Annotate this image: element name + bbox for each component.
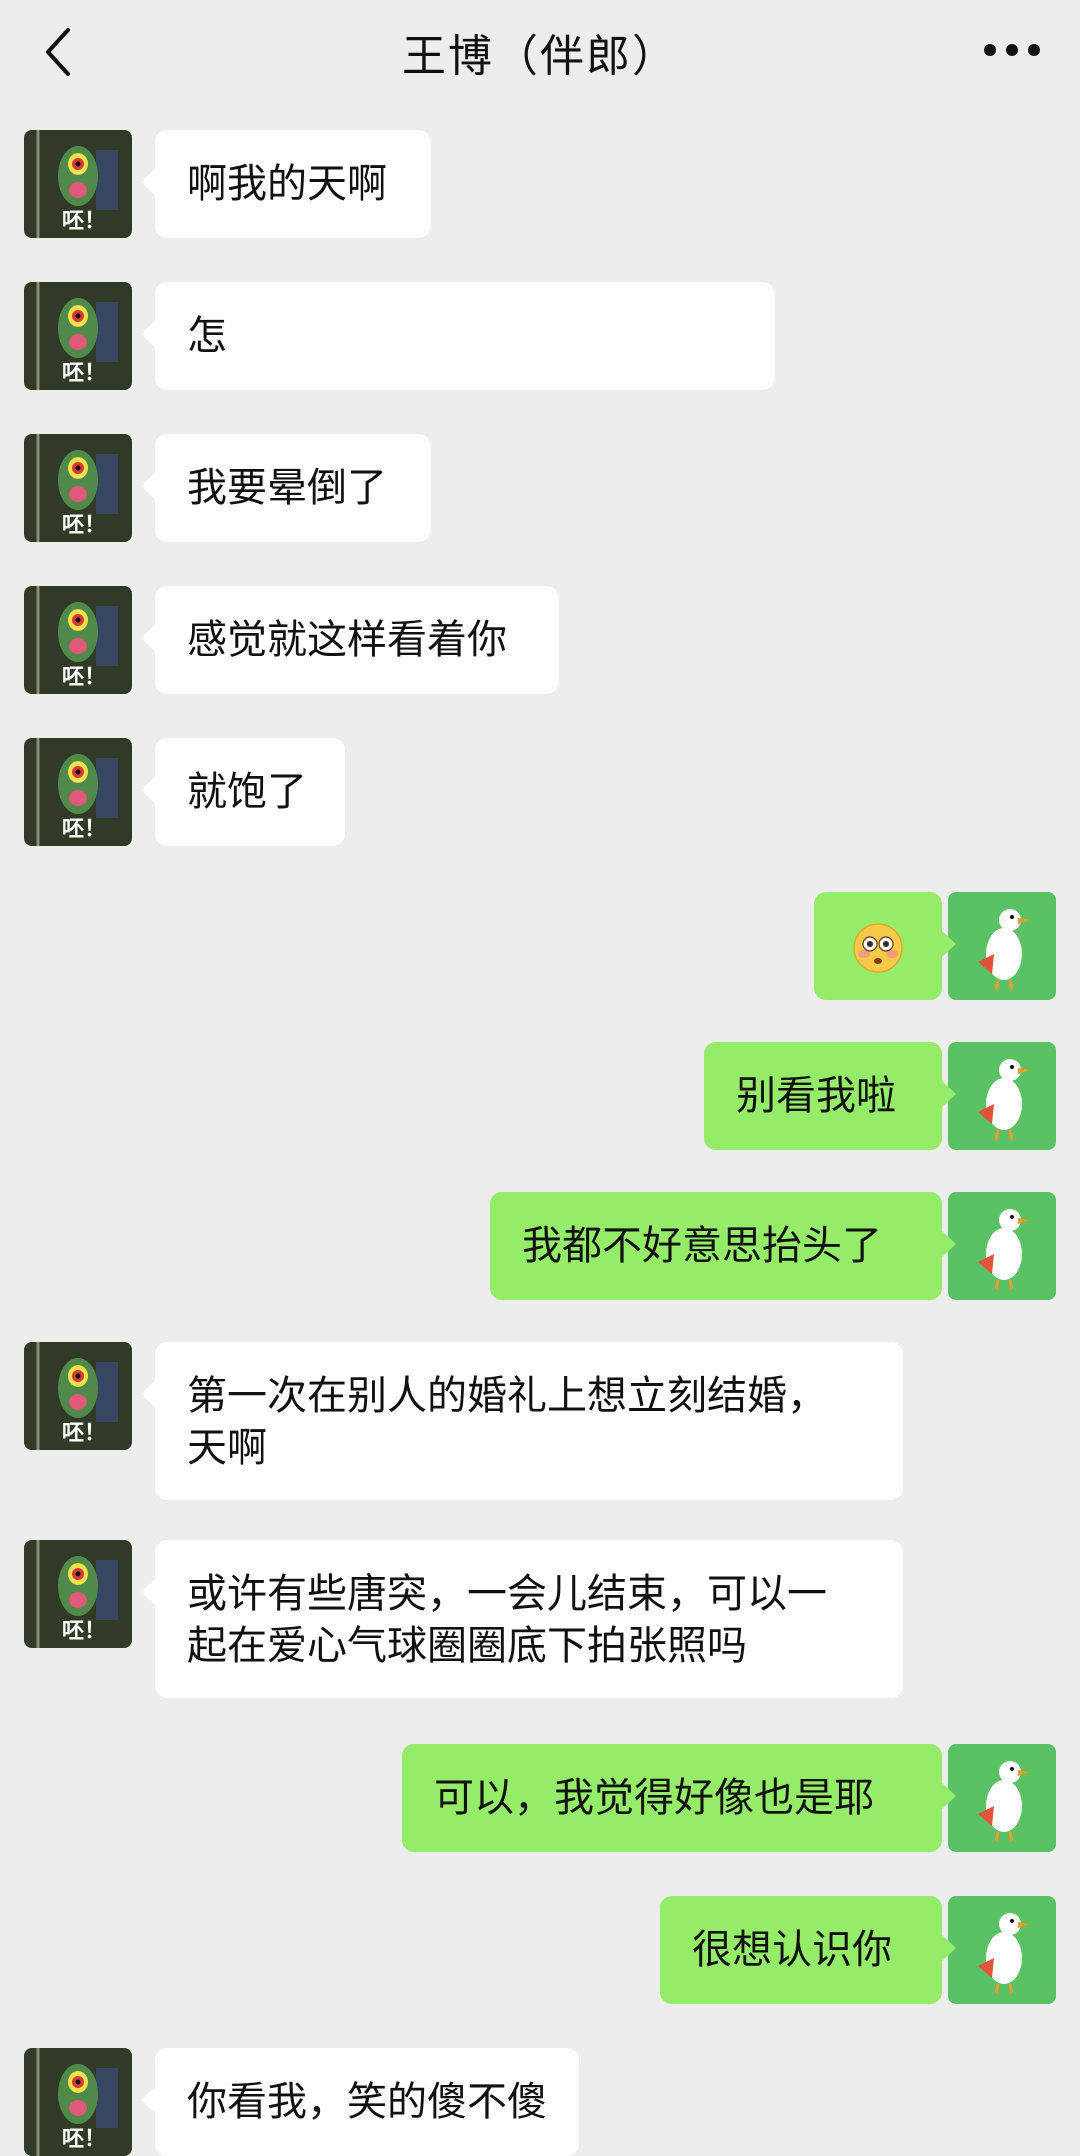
- message-bubble[interactable]: 很想认识你: [660, 1896, 956, 2004]
- duck-avatar-icon: [948, 1744, 1056, 1852]
- plankton-avatar-icon: 呸！: [24, 586, 132, 694]
- plankton-avatar-icon: 呸！: [24, 434, 132, 542]
- message-bubble[interactable]: 我要晕倒了: [141, 434, 431, 542]
- plankton-avatar-icon: 呸！: [24, 282, 132, 390]
- message-text: 啊我的天啊: [187, 161, 387, 207]
- plankton-avatar-icon: 呸！: [24, 1342, 132, 1450]
- message-text: 你看我，笑的傻不傻: [187, 2079, 547, 2125]
- message-text: 怎: [187, 313, 227, 359]
- duck-avatar-icon: [948, 1042, 1056, 1150]
- message-bubble[interactable]: [814, 892, 956, 1000]
- avatar-caption: 呸！: [62, 513, 106, 538]
- message-text: 我都不好意思抬头了: [522, 1223, 882, 1269]
- plankton-avatar-icon: 呸！: [24, 2048, 132, 2156]
- avatar-caption: 呸！: [62, 1619, 106, 1644]
- message-list[interactable]: 呸！ 啊我的天啊 呸！ 怎 呸！ 我要晕倒了 呸！ 感觉就这样看着你 呸！ 就饱…: [0, 104, 1080, 2156]
- message-bubble[interactable]: 就饱了: [141, 738, 345, 846]
- message-text: 或许有些唐突，一会儿结束，可以一 起在爱心气球圈圈底下拍张照吗: [187, 1571, 827, 1669]
- message-bubble[interactable]: 你看我，笑的傻不傻: [141, 2048, 579, 2156]
- message-bubble[interactable]: 我都不好意思抬头了: [490, 1192, 956, 1300]
- message-text: 很想认识你: [692, 1927, 892, 1973]
- contact-avatar[interactable]: 呸！: [24, 130, 132, 238]
- avatar-caption: 呸！: [62, 665, 106, 690]
- message-bubble[interactable]: 第一次在别人的婚礼上想立刻结婚， 天啊: [141, 1342, 903, 1500]
- avatar-caption: 呸！: [62, 209, 106, 234]
- chat-title: 王博（伴郎）: [402, 31, 678, 82]
- plankton-avatar-icon: 呸！: [24, 1540, 132, 1648]
- avatar-caption: 呸！: [62, 361, 106, 386]
- self-avatar[interactable]: [948, 1192, 1056, 1300]
- contact-avatar[interactable]: 呸！: [24, 1342, 132, 1450]
- self-avatar[interactable]: [948, 892, 1056, 1000]
- back-arrow-icon[interactable]: [38, 22, 78, 82]
- message-text: 别看我啦: [736, 1073, 896, 1119]
- avatar-caption: 呸！: [62, 2127, 106, 2152]
- message-bubble[interactable]: 怎: [141, 282, 775, 390]
- message-bubble[interactable]: 或许有些唐突，一会儿结束，可以一 起在爱心气球圈圈底下拍张照吗: [141, 1540, 903, 1698]
- contact-avatar[interactable]: 呸！: [24, 738, 132, 846]
- duck-avatar-icon: [948, 892, 1056, 1000]
- message-text: 感觉就这样看着你: [187, 617, 507, 663]
- self-avatar[interactable]: [948, 1042, 1056, 1150]
- message-bubble[interactable]: 可以，我觉得好像也是耶: [402, 1744, 956, 1852]
- message-bubble[interactable]: 别看我啦: [704, 1042, 956, 1150]
- self-avatar[interactable]: [948, 1896, 1056, 2004]
- duck-avatar-icon: [948, 1896, 1056, 2004]
- message-bubble[interactable]: 啊我的天啊: [141, 130, 431, 238]
- contact-avatar[interactable]: 呸！: [24, 282, 132, 390]
- contact-avatar[interactable]: 呸！: [24, 1540, 132, 1648]
- contact-avatar[interactable]: 呸！: [24, 586, 132, 694]
- message-text: 我要晕倒了: [187, 465, 387, 511]
- plankton-avatar-icon: 呸！: [24, 130, 132, 238]
- message-text: 就饱了: [187, 769, 307, 815]
- duck-avatar-icon: [948, 1192, 1056, 1300]
- message-text: 可以，我觉得好像也是耶: [434, 1775, 874, 1821]
- self-avatar[interactable]: [948, 1744, 1056, 1852]
- avatar-caption: 呸！: [62, 1421, 106, 1446]
- flushed-face-emoji-icon: [853, 923, 903, 973]
- chat-header: 王博（伴郎）: [0, 0, 1080, 104]
- message-bubble[interactable]: 感觉就这样看着你: [141, 586, 559, 694]
- message-text: 第一次在别人的婚礼上想立刻结婚， 天啊: [187, 1373, 827, 1471]
- contact-avatar[interactable]: 呸！: [24, 434, 132, 542]
- more-options-icon[interactable]: [980, 30, 1044, 70]
- avatar-caption: 呸！: [62, 817, 106, 842]
- plankton-avatar-icon: 呸！: [24, 738, 132, 846]
- contact-avatar[interactable]: 呸！: [24, 2048, 132, 2156]
